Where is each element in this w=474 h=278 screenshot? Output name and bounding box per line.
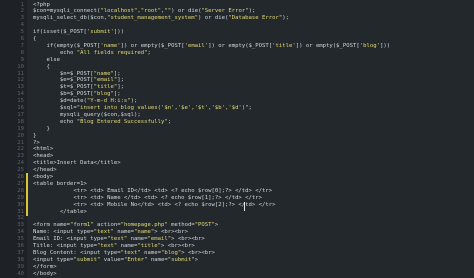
line-number: 40 [17,270,24,277]
code-editor[interactable]: 1 <?php 2 $con=mysqli_connect("localhost","… [0,0,474,278]
code-text[interactable]: </body> [33,270,57,278]
text-cursor [244,202,245,211]
code-line[interactable]: 40 </body> [0,270,474,278]
